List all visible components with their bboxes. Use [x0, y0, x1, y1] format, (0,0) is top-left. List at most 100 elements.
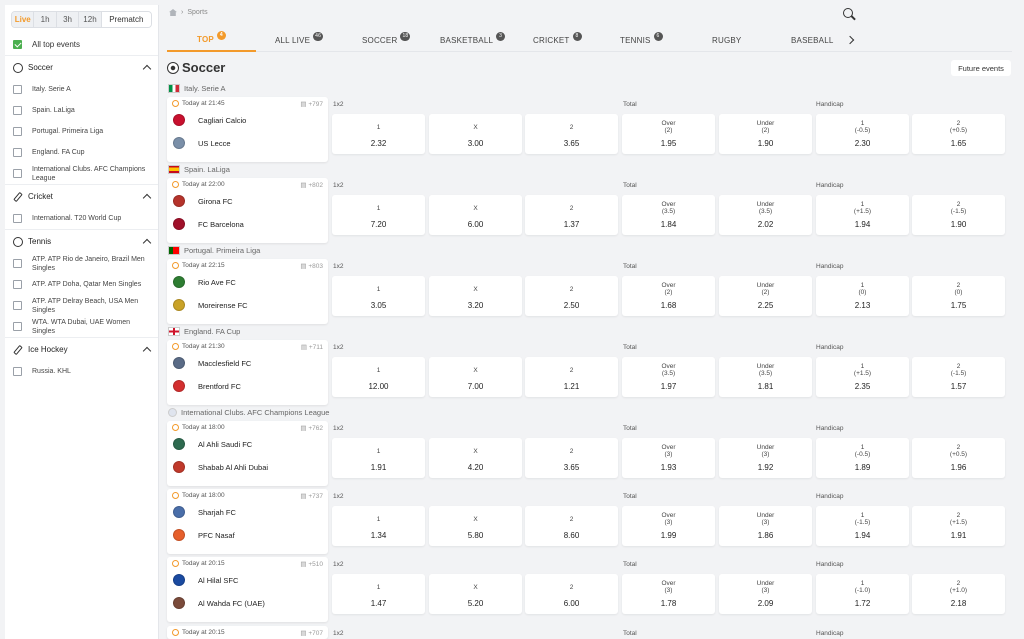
time-tab-12h[interactable]: 12h	[79, 12, 102, 27]
tab-rugby[interactable]: RUGBY	[712, 28, 741, 52]
away-team[interactable]: Al Wahda FC (UAE)	[173, 597, 265, 609]
home-team[interactable]: Al Hilal SFC	[173, 574, 238, 586]
tab-tennis[interactable]: TENNIS 6	[620, 28, 663, 52]
home-team[interactable]: Cagliari Calcio	[173, 114, 246, 126]
odds-button[interactable]: 1 7.20	[332, 195, 425, 235]
sport-group-cricket[interactable]: Cricket	[5, 184, 158, 208]
odds-button[interactable]: Under (3.5) 2.02	[719, 195, 812, 235]
league-filter-item[interactable]: ATP. ATP Doha, Qatar Men Singles	[5, 274, 158, 295]
away-team[interactable]: Moreirense FC	[173, 299, 248, 311]
league-filter-item[interactable]: Russia. KHL	[5, 361, 158, 382]
league-filter-item[interactable]: ATP. ATP Rio de Janeiro, Brazil Men Sing…	[5, 253, 158, 274]
odds-button[interactable]: 1 3.05	[332, 276, 425, 316]
tab-basketball[interactable]: BASKETBALL 3	[440, 28, 506, 52]
away-team[interactable]: Shabab Al Ahli Dubai	[173, 461, 268, 473]
league-checkbox[interactable]	[13, 280, 22, 289]
chevron-up-icon[interactable]	[142, 64, 152, 74]
away-team[interactable]: US Lecce	[173, 137, 231, 149]
odds-button[interactable]: 2 (+1.0) 2.18	[912, 574, 1005, 614]
chevron-up-icon[interactable]	[142, 346, 152, 356]
odds-button[interactable]: X 7.00	[429, 357, 522, 397]
league-checkbox[interactable]	[13, 214, 22, 223]
odds-button[interactable]: 2 8.60	[525, 506, 618, 546]
league-checkbox[interactable]	[13, 301, 22, 310]
home-team[interactable]: Sharjah FC	[173, 506, 236, 518]
more-markets-link[interactable]: ▤ +802	[300, 181, 323, 189]
odds-button[interactable]: 2 1.21	[525, 357, 618, 397]
league-filter-item[interactable]: WTA. WTA Dubai, UAE Women Singles	[5, 316, 158, 337]
odds-button[interactable]: Over (3.5) 1.84	[622, 195, 715, 235]
odds-button[interactable]: 1 (0) 2.13	[816, 276, 909, 316]
odds-button[interactable]: 1 2.32	[332, 114, 425, 154]
odds-button[interactable]: X 4.20	[429, 438, 522, 478]
more-markets-link[interactable]: ▤ +803	[300, 262, 323, 270]
all-top-events[interactable]: All top events	[5, 34, 158, 55]
home-team[interactable]: Al Ahli Saudi FC	[173, 438, 252, 450]
away-team[interactable]: Brentford FC	[173, 380, 241, 392]
league-checkbox[interactable]	[13, 85, 22, 94]
odds-button[interactable]: X 6.00	[429, 195, 522, 235]
odds-button[interactable]: 2 3.65	[525, 114, 618, 154]
odds-button[interactable]: Over (3) 1.93	[622, 438, 715, 478]
odds-button[interactable]: 1 (+1.5) 1.94	[816, 195, 909, 235]
more-markets-link[interactable]: ▤ +510	[300, 560, 323, 568]
league-header[interactable]: Spain. LaLiga	[168, 163, 230, 175]
search-icon[interactable]	[843, 8, 853, 18]
away-team[interactable]: FC Barcelona	[173, 218, 244, 230]
odds-button[interactable]: 2 (-1.5) 1.90	[912, 195, 1005, 235]
league-filter-item[interactable]: ATP. ATP Delray Beach, USA Men Singles	[5, 295, 158, 316]
home-team[interactable]: Girona FC	[173, 195, 233, 207]
odds-button[interactable]: Under (3.5) 1.81	[719, 357, 812, 397]
league-checkbox[interactable]	[13, 367, 22, 376]
tab-all-live[interactable]: ALL LIVE 46	[275, 28, 324, 52]
league-filter-item[interactable]: Portugal. Primeira Liga	[5, 121, 158, 142]
home-team[interactable]: Rio Ave FC	[173, 276, 236, 288]
league-header[interactable]: England. FA Cup	[168, 325, 240, 337]
odds-button[interactable]: Under (2) 2.25	[719, 276, 812, 316]
match-card[interactable]: Today at 21:45 ▤ +797 Cagliari Calcio US Le…	[167, 97, 328, 162]
league-filter-item[interactable]: Italy. Serie A	[5, 79, 158, 100]
league-header[interactable]: International Clubs. AFC Champions Leagu…	[168, 406, 329, 418]
tab-top[interactable]: TOP 4	[167, 28, 256, 52]
odds-button[interactable]: Under (3) 1.86	[719, 506, 812, 546]
odds-button[interactable]: 1 (-0.5) 1.89	[816, 438, 909, 478]
league-checkbox[interactable]	[13, 259, 22, 268]
odds-button[interactable]: X 3.20	[429, 276, 522, 316]
match-card[interactable]: Today at 20:15 ▤ +510 Al Hilal SFC Al Wahda…	[167, 557, 328, 622]
odds-button[interactable]: Over (3) 1.99	[622, 506, 715, 546]
odds-button[interactable]: Over (2) 1.95	[622, 114, 715, 154]
odds-button[interactable]: Over (3) 1.78	[622, 574, 715, 614]
odds-button[interactable]: Under (3) 1.92	[719, 438, 812, 478]
odds-button[interactable]: Under (2) 1.90	[719, 114, 812, 154]
sport-group-tennis[interactable]: Tennis	[5, 229, 158, 253]
odds-button[interactable]: 2 (0) 1.75	[912, 276, 1005, 316]
league-filter-item[interactable]: International Clubs. AFC Champions Leagu…	[5, 163, 158, 184]
odds-button[interactable]: 1 (-1.5) 1.94	[816, 506, 909, 546]
away-team[interactable]: PFC Nasaf	[173, 529, 235, 541]
odds-button[interactable]: 2 2.50	[525, 276, 618, 316]
odds-button[interactable]: 2 (+0.5) 1.65	[912, 114, 1005, 154]
more-markets-link[interactable]: ▤ +711	[301, 343, 323, 351]
sport-group-soccer[interactable]: Soccer	[5, 55, 158, 79]
league-checkbox[interactable]	[13, 169, 22, 178]
league-filter-item[interactable]: England. FA Cup	[5, 142, 158, 163]
odds-button[interactable]: 1 1.47	[332, 574, 425, 614]
tab-soccer[interactable]: SOCCER 18	[362, 28, 411, 52]
future-events-button[interactable]: Future events	[951, 60, 1011, 76]
breadcrumb-current[interactable]: Sports	[187, 9, 207, 16]
match-card[interactable]: Today at 22:15 ▤ +803 Rio Ave FC Moreirense…	[167, 259, 328, 324]
time-tab-prematch[interactable]: Prematch	[101, 12, 151, 27]
tab-cricket[interactable]: CRICKET 8	[533, 28, 582, 52]
league-checkbox[interactable]	[13, 106, 22, 115]
league-checkbox[interactable]	[13, 148, 22, 157]
odds-button[interactable]: 2 6.00	[525, 574, 618, 614]
time-tab-live[interactable]: Live	[12, 12, 35, 27]
match-card[interactable]: Today at 18:00 ▤ +762 Al Ahli Saudi FC Shab…	[167, 421, 328, 486]
odds-button[interactable]: X 5.20	[429, 574, 522, 614]
odds-button[interactable]: 1 12.00	[332, 357, 425, 397]
time-tab-1h[interactable]: 1h	[34, 12, 57, 27]
sport-group-ice-hockey[interactable]: Ice Hockey	[5, 337, 158, 361]
odds-button[interactable]: 1 (+1.5) 2.35	[816, 357, 909, 397]
odds-button[interactable]: 2 3.65	[525, 438, 618, 478]
more-markets-link[interactable]: ▤ +707	[300, 629, 323, 637]
